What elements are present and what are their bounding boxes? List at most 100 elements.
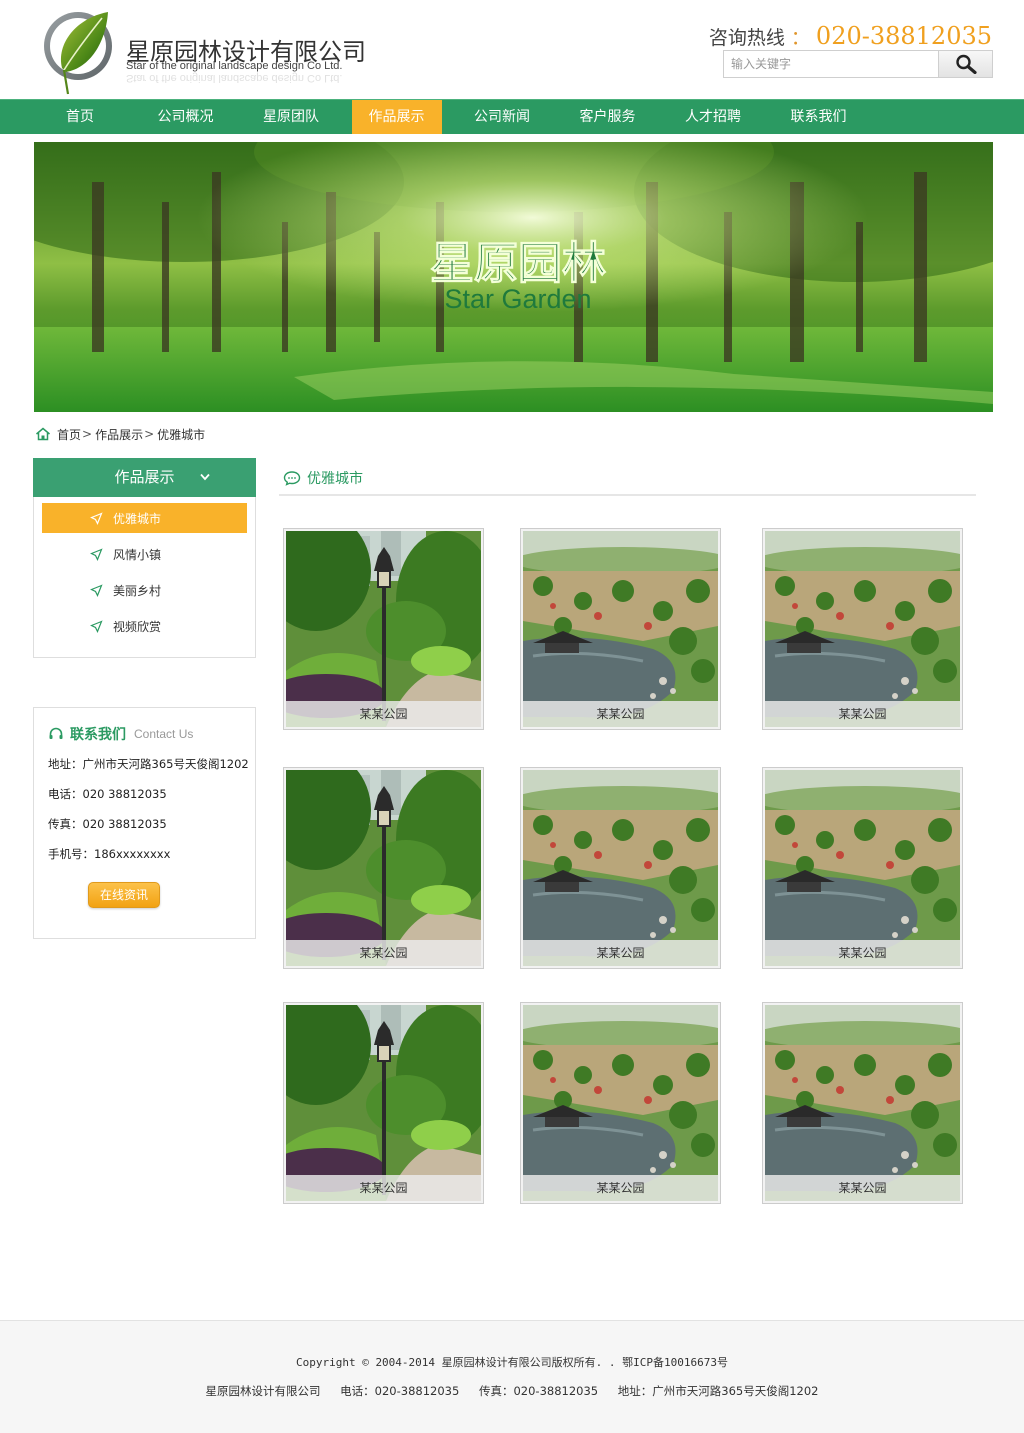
park-pond-photo — [523, 770, 718, 966]
park-pond-photo — [765, 531, 960, 727]
online-consult-button[interactable]: 在线资讯 — [88, 882, 160, 908]
banner-title-en: Star Garden — [444, 284, 591, 314]
footer-address: 地址：广州市天河路365号天俊阁1202 — [617, 1384, 819, 1398]
nav-item-contact[interactable]: 联系我们 — [774, 100, 864, 134]
sidebar-category-header: 作品展示 — [33, 458, 256, 497]
sidebar-item-video[interactable]: 视频欣赏 — [42, 611, 247, 641]
arrow-icon — [90, 511, 103, 525]
work-card[interactable]: 某某公园 — [283, 528, 484, 730]
park-pond-photo — [523, 531, 718, 727]
work-thumbnail[interactable]: 某某公园 — [286, 770, 481, 966]
work-thumbnail[interactable]: 某某公园 — [286, 531, 481, 727]
main-nav: 首页 公司概况 星原团队 作品展示 公司新闻 客户服务 人才招聘 联系我们 — [0, 99, 1024, 134]
sidebar-item-label: 视频欣赏 — [113, 619, 162, 634]
nav-item-team[interactable]: 星原团队 — [246, 100, 336, 134]
contact-header: 联系我们 Contact Us — [48, 724, 193, 744]
work-caption: 某某公园 — [765, 940, 960, 966]
arrow-icon — [90, 619, 103, 633]
nav-item-home[interactable]: 首页 — [35, 100, 125, 134]
hotline-separator: ： — [790, 27, 810, 49]
company-name-en-reflection: Star of the original landscape design Co… — [126, 72, 343, 84]
park-pond-photo — [765, 1005, 960, 1201]
headset-icon — [49, 727, 63, 739]
breadcrumb: 首页 > 作品展示 > 优雅城市 — [35, 425, 205, 443]
breadcrumb-separator: > — [144, 427, 155, 441]
contact-box: 联系我们 Contact Us 地址：广州市天河路365号天俊阁1202 电话：… — [33, 707, 256, 939]
park-lamp-photo — [286, 531, 481, 727]
work-card[interactable]: 某某公园 — [762, 767, 963, 969]
footer-company: 星原园林设计有限公司 — [205, 1384, 321, 1398]
search-input[interactable] — [724, 51, 938, 77]
work-thumbnail[interactable]: 某某公园 — [523, 1005, 718, 1201]
work-thumbnail[interactable]: 某某公园 — [286, 1005, 481, 1201]
leaf-logo-icon — [44, 12, 112, 95]
contact-title-en: Contact Us — [134, 727, 194, 741]
logo[interactable]: 星原园林设计有限公司 Star of the original landscap… — [42, 8, 372, 98]
sidebar-item-town[interactable]: 风情小镇 — [42, 539, 247, 569]
hotline-number: 020-38812035 — [815, 22, 992, 50]
arrow-icon — [90, 583, 103, 597]
breadcrumb-current: 优雅城市 — [157, 427, 206, 442]
sidebar-item-elegant-city[interactable]: 优雅城市 — [42, 503, 247, 533]
contact-title: 联系我们 — [70, 727, 126, 743]
work-thumbnail[interactable]: 某某公园 — [765, 531, 960, 727]
hotline: 咨询热线： 020-38812035 — [709, 22, 992, 50]
arrow-icon — [90, 547, 103, 561]
nav-item-about[interactable]: 公司概况 — [141, 100, 231, 134]
chevron-down-icon — [200, 473, 210, 481]
nav-item-service[interactable]: 客户服务 — [563, 100, 653, 134]
work-card[interactable]: 某某公园 — [520, 528, 721, 730]
sidebar-item-label: 风情小镇 — [113, 547, 162, 562]
park-lamp-photo — [286, 770, 481, 966]
park-pond-photo — [765, 770, 960, 966]
search-box — [723, 50, 993, 78]
work-caption: 某某公园 — [286, 940, 481, 966]
nav-item-works[interactable]: 作品展示 — [351, 100, 442, 134]
work-caption: 某某公园 — [765, 701, 960, 727]
home-icon[interactable] — [35, 427, 51, 441]
footer-phone: 电话：020-38812035 — [340, 1384, 460, 1398]
contact-fax: 传真：020 38812035 — [48, 817, 167, 831]
nav-item-jobs[interactable]: 人才招聘 — [668, 100, 758, 134]
nav-item-news[interactable]: 公司新闻 — [457, 100, 547, 134]
sidebar-item-label: 优雅城市 — [113, 511, 162, 526]
work-caption: 某某公园 — [523, 1175, 718, 1201]
work-card[interactable]: 某某公园 — [520, 1002, 721, 1204]
section-header: 优雅城市 — [279, 462, 976, 496]
nav-list: 首页 公司概况 星原团队 作品展示 公司新闻 客户服务 人才招聘 联系我们 — [35, 100, 879, 135]
work-thumbnail[interactable]: 某某公园 — [523, 770, 718, 966]
work-thumbnail[interactable]: 某某公园 — [765, 1005, 960, 1201]
banner: 星原园林 Star Garden — [34, 142, 993, 412]
chat-bubble-icon — [283, 471, 301, 486]
work-thumbnail[interactable]: 某某公园 — [765, 770, 960, 966]
search-button[interactable] — [938, 51, 992, 77]
footer-copyright: Copyright © 2004-2014 星原园林设计有限公司版权所有. . … — [295, 1356, 729, 1369]
park-lamp-photo — [286, 1005, 481, 1201]
contact-phone: 电话：020 38812035 — [48, 787, 167, 801]
hotline-label: 咨询热线 — [708, 27, 785, 49]
work-card[interactable]: 某某公园 — [762, 1002, 963, 1204]
sidebar-title: 作品展示 — [114, 468, 175, 486]
work-card[interactable]: 某某公园 — [283, 767, 484, 969]
work-card[interactable]: 某某公园 — [762, 528, 963, 730]
banner-title-cn: 星原园林 — [430, 238, 606, 289]
company-name-en: Star of the original landscape design Co… — [126, 60, 343, 72]
site-header: 星原园林设计有限公司 Star of the original landscap… — [0, 0, 1024, 100]
work-caption: 某某公园 — [286, 1175, 481, 1201]
breadcrumb-separator: > — [82, 427, 93, 441]
work-caption: 某某公园 — [286, 701, 481, 727]
sidebar-list: 优雅城市风情小镇美丽乡村视频欣赏 — [34, 497, 255, 641]
work-caption: 某某公园 — [523, 701, 718, 727]
sidebar-item-village[interactable]: 美丽乡村 — [42, 575, 247, 605]
footer-fax: 传真：020-38812035 — [478, 1384, 599, 1398]
work-caption: 某某公园 — [765, 1175, 960, 1201]
breadcrumb-works[interactable]: 作品展示 — [95, 426, 143, 443]
sidebar-item-label: 美丽乡村 — [113, 583, 162, 598]
park-pond-photo — [523, 1005, 718, 1201]
sidebar-category: 作品展示 优雅城市风情小镇美丽乡村视频欣赏 — [33, 458, 256, 658]
work-thumbnail[interactable]: 某某公园 — [523, 531, 718, 727]
work-caption: 某某公园 — [523, 940, 718, 966]
work-card[interactable]: 某某公园 — [283, 1002, 484, 1204]
breadcrumb-home[interactable]: 首页 — [57, 426, 81, 443]
work-card[interactable]: 某某公园 — [520, 767, 721, 969]
